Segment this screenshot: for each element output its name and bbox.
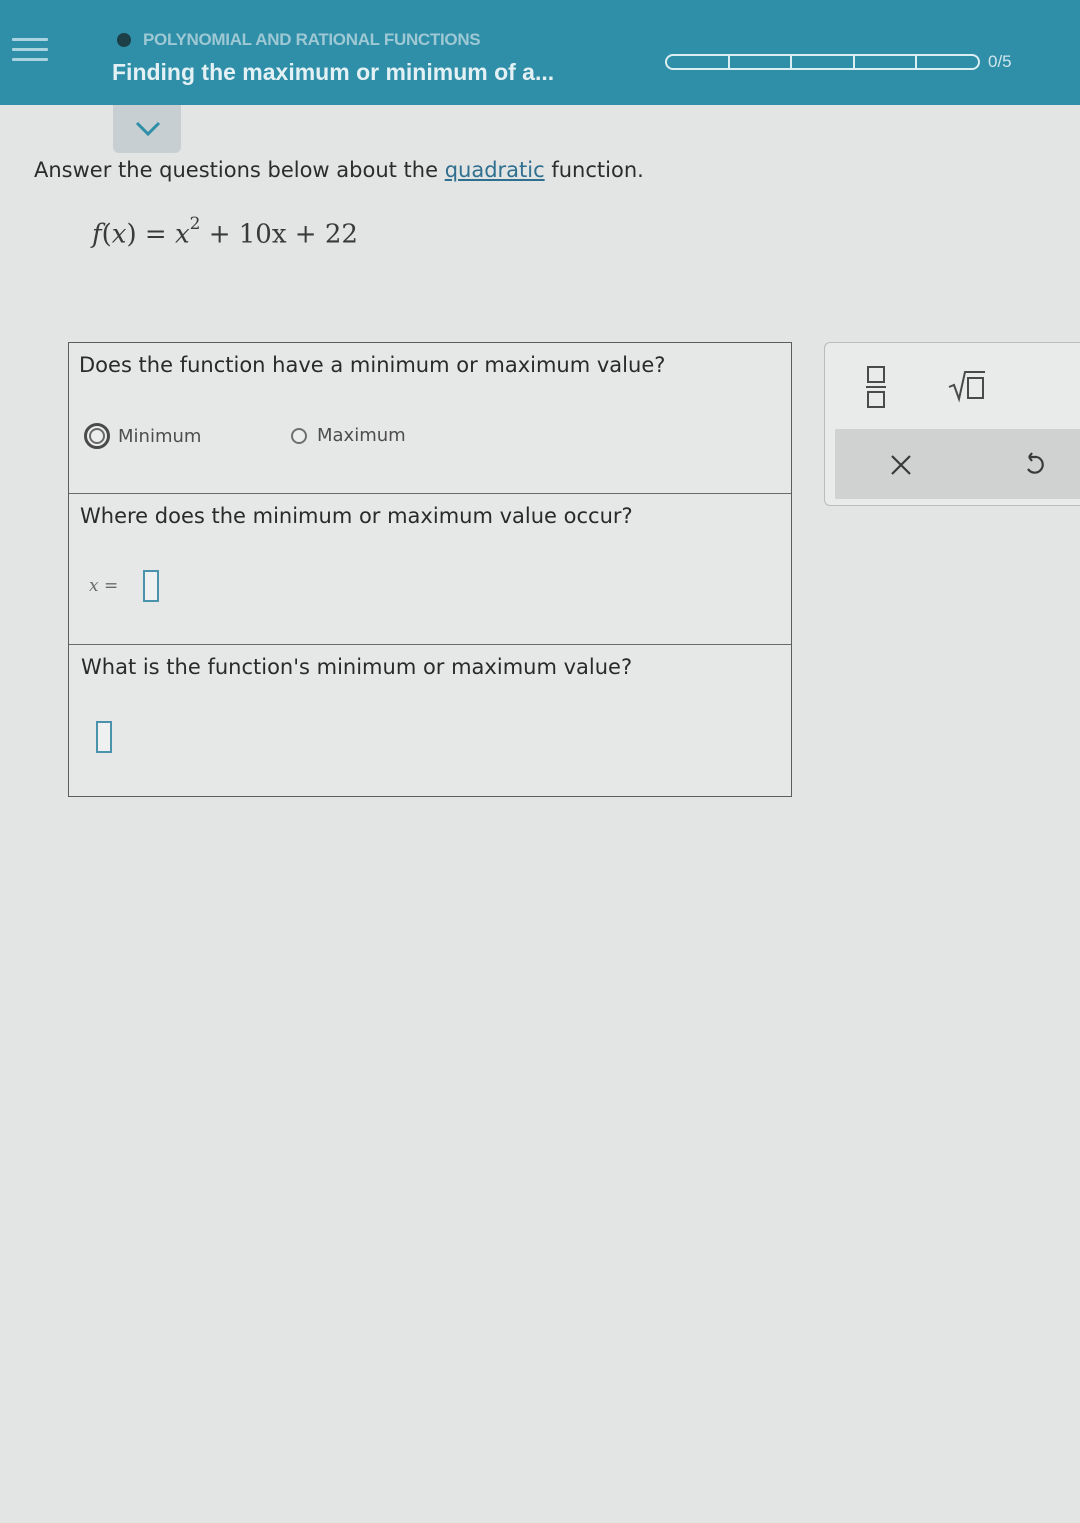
chevron-down-icon bbox=[135, 121, 161, 137]
header-bar: POLYNOMIAL AND RATIONAL FUNCTIONS Findin… bbox=[0, 0, 1080, 105]
x-equals-label: x = bbox=[89, 576, 119, 596]
radio-label-minimum: Minimum bbox=[118, 425, 202, 447]
question-min-max-type: Does the function have a minimum or maxi… bbox=[69, 343, 791, 494]
min-max-value-input[interactable] bbox=[96, 721, 112, 753]
math-keypad bbox=[824, 342, 1080, 506]
collapse-toggle[interactable] bbox=[113, 105, 181, 153]
clear-icon[interactable] bbox=[890, 454, 912, 480]
question-text: Does the function have a minimum or maxi… bbox=[79, 353, 666, 377]
topic-label: POLYNOMIAL AND RATIONAL FUNCTIONS bbox=[143, 30, 481, 49]
instruction-text: Answer the questions below about the qua… bbox=[34, 158, 644, 182]
progress-count: 0/5 bbox=[988, 52, 1012, 71]
undo-icon[interactable] bbox=[1023, 452, 1047, 482]
function-equation: f(x) = x2 + 10x + 22 bbox=[92, 214, 358, 250]
radio-maximum[interactable]: Maximum bbox=[291, 425, 406, 446]
radio-label-maximum: Maximum bbox=[317, 425, 406, 446]
question-value: What is the function's minimum or maximu… bbox=[69, 645, 791, 796]
progress-bar bbox=[665, 54, 980, 70]
topic-status-dot bbox=[117, 33, 131, 47]
question-text: Where does the minimum or maximum value … bbox=[80, 504, 633, 528]
x-value-input[interactable] bbox=[143, 570, 159, 602]
radio-circle-icon[interactable] bbox=[291, 427, 307, 444]
page-title: Finding the maximum or minimum of a... bbox=[112, 59, 555, 85]
menu-icon[interactable] bbox=[12, 38, 48, 70]
question-text: What is the function's minimum or maximu… bbox=[81, 655, 633, 679]
sqrt-icon[interactable] bbox=[947, 369, 987, 407]
question-location: Where does the minimum or maximum value … bbox=[69, 494, 791, 645]
question-panel: Does the function have a minimum or maxi… bbox=[68, 342, 792, 797]
fraction-icon[interactable] bbox=[865, 365, 887, 413]
quadratic-link[interactable]: quadratic bbox=[445, 158, 545, 182]
radio-circle-icon[interactable] bbox=[84, 423, 110, 449]
radio-minimum[interactable]: Minimum bbox=[84, 423, 201, 449]
